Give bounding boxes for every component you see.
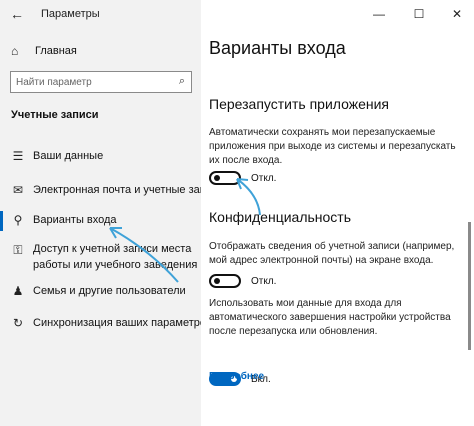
home-icon: ⌂ <box>11 44 19 58</box>
privacy-description-1: Отображать сведения об учетной записи (н… <box>209 241 455 266</box>
sidebar-item-label: Доступ к учетной записи места работы или… <box>33 243 198 271</box>
sidebar-item-label: Электронная почта и учетные записи <box>33 184 224 196</box>
account-details-toggle[interactable] <box>209 274 241 288</box>
privacy-description-2: Использовать мои данные для входа для ав… <box>209 298 451 337</box>
sidebar-item-label: Ваши данные <box>33 150 104 162</box>
sidebar-item-home[interactable]: ⌂ Главная <box>11 43 77 59</box>
people-icon: ♟ <box>12 284 24 298</box>
sidebar-item-label: Главная <box>35 45 77 57</box>
sidebar: ← Параметры ⌂ Главная ⌕ Учетные записи ☰… <box>0 0 224 426</box>
privacy-heading: Конфиденциальность <box>209 209 352 225</box>
page-title: Варианты входа <box>209 38 346 58</box>
settings-window: ← Параметры ⌂ Главная ⌕ Учетные записи ☰… <box>0 0 474 426</box>
active-indicator <box>0 211 3 231</box>
learn-more-link[interactable]: Подробнее <box>209 371 264 382</box>
sidebar-item-work-access[interactable]: ⚿ Доступ к учетной записи места работы и… <box>0 241 201 275</box>
mail-icon: ✉ <box>12 183 24 197</box>
titlebar-left: ← Параметры <box>0 0 201 30</box>
search-box[interactable]: ⌕ <box>10 71 192 93</box>
sidebar-item-label: Синхронизация ваших параметров <box>33 317 212 329</box>
sidebar-item-sync[interactable]: ↻ Синхронизация ваших параметров <box>0 314 212 334</box>
back-arrow-icon[interactable]: ← <box>10 6 24 22</box>
sidebar-item-label: Варианты входа <box>33 214 117 226</box>
search-input[interactable] <box>16 75 166 89</box>
account-details-toggle-label: Откл. <box>251 275 277 287</box>
toggle-knob <box>214 175 220 181</box>
sidebar-item-family[interactable]: ♟ Семья и другие пользователи <box>0 282 201 302</box>
sync-icon: ↻ <box>12 316 24 330</box>
app-title: Параметры <box>41 8 100 20</box>
minimize-icon[interactable]: — <box>366 6 392 22</box>
section-title: Учетные записи <box>11 109 99 121</box>
briefcase-icon: ⚿ <box>13 243 23 257</box>
account-details-toggle-row: Откл. <box>209 273 276 289</box>
sidebar-item-sign-in-options[interactable]: ⚲ Варианты входа <box>0 211 201 231</box>
key-icon: ⚲ <box>13 213 23 227</box>
main-panel: — ☐ ✕ Варианты входа Перезапустить прило… <box>201 0 474 426</box>
restart-apps-toggle-label: Откл. <box>251 172 277 184</box>
restart-apps-heading: Перезапустить приложения <box>209 96 389 112</box>
toggle-knob <box>214 278 220 284</box>
sidebar-item-your-info[interactable]: ☰ Ваши данные <box>0 147 201 167</box>
search-icon[interactable]: ⌕ <box>179 75 185 88</box>
restart-apps-toggle[interactable] <box>209 171 241 185</box>
maximize-icon[interactable]: ☐ <box>406 6 432 22</box>
person-card-icon: ☰ <box>12 149 24 163</box>
sidebar-item-label: Семья и другие пользователи <box>33 285 186 297</box>
window-controls: — ☐ ✕ <box>334 0 474 30</box>
close-icon[interactable]: ✕ <box>444 6 470 22</box>
restart-apps-toggle-row: Откл. <box>209 170 276 186</box>
restart-apps-description: Автоматически сохранять мои перезапускае… <box>209 127 456 166</box>
sidebar-item-email-accounts[interactable]: ✉ Электронная почта и учетные записи <box>0 181 224 201</box>
scrollbar[interactable] <box>468 222 471 350</box>
